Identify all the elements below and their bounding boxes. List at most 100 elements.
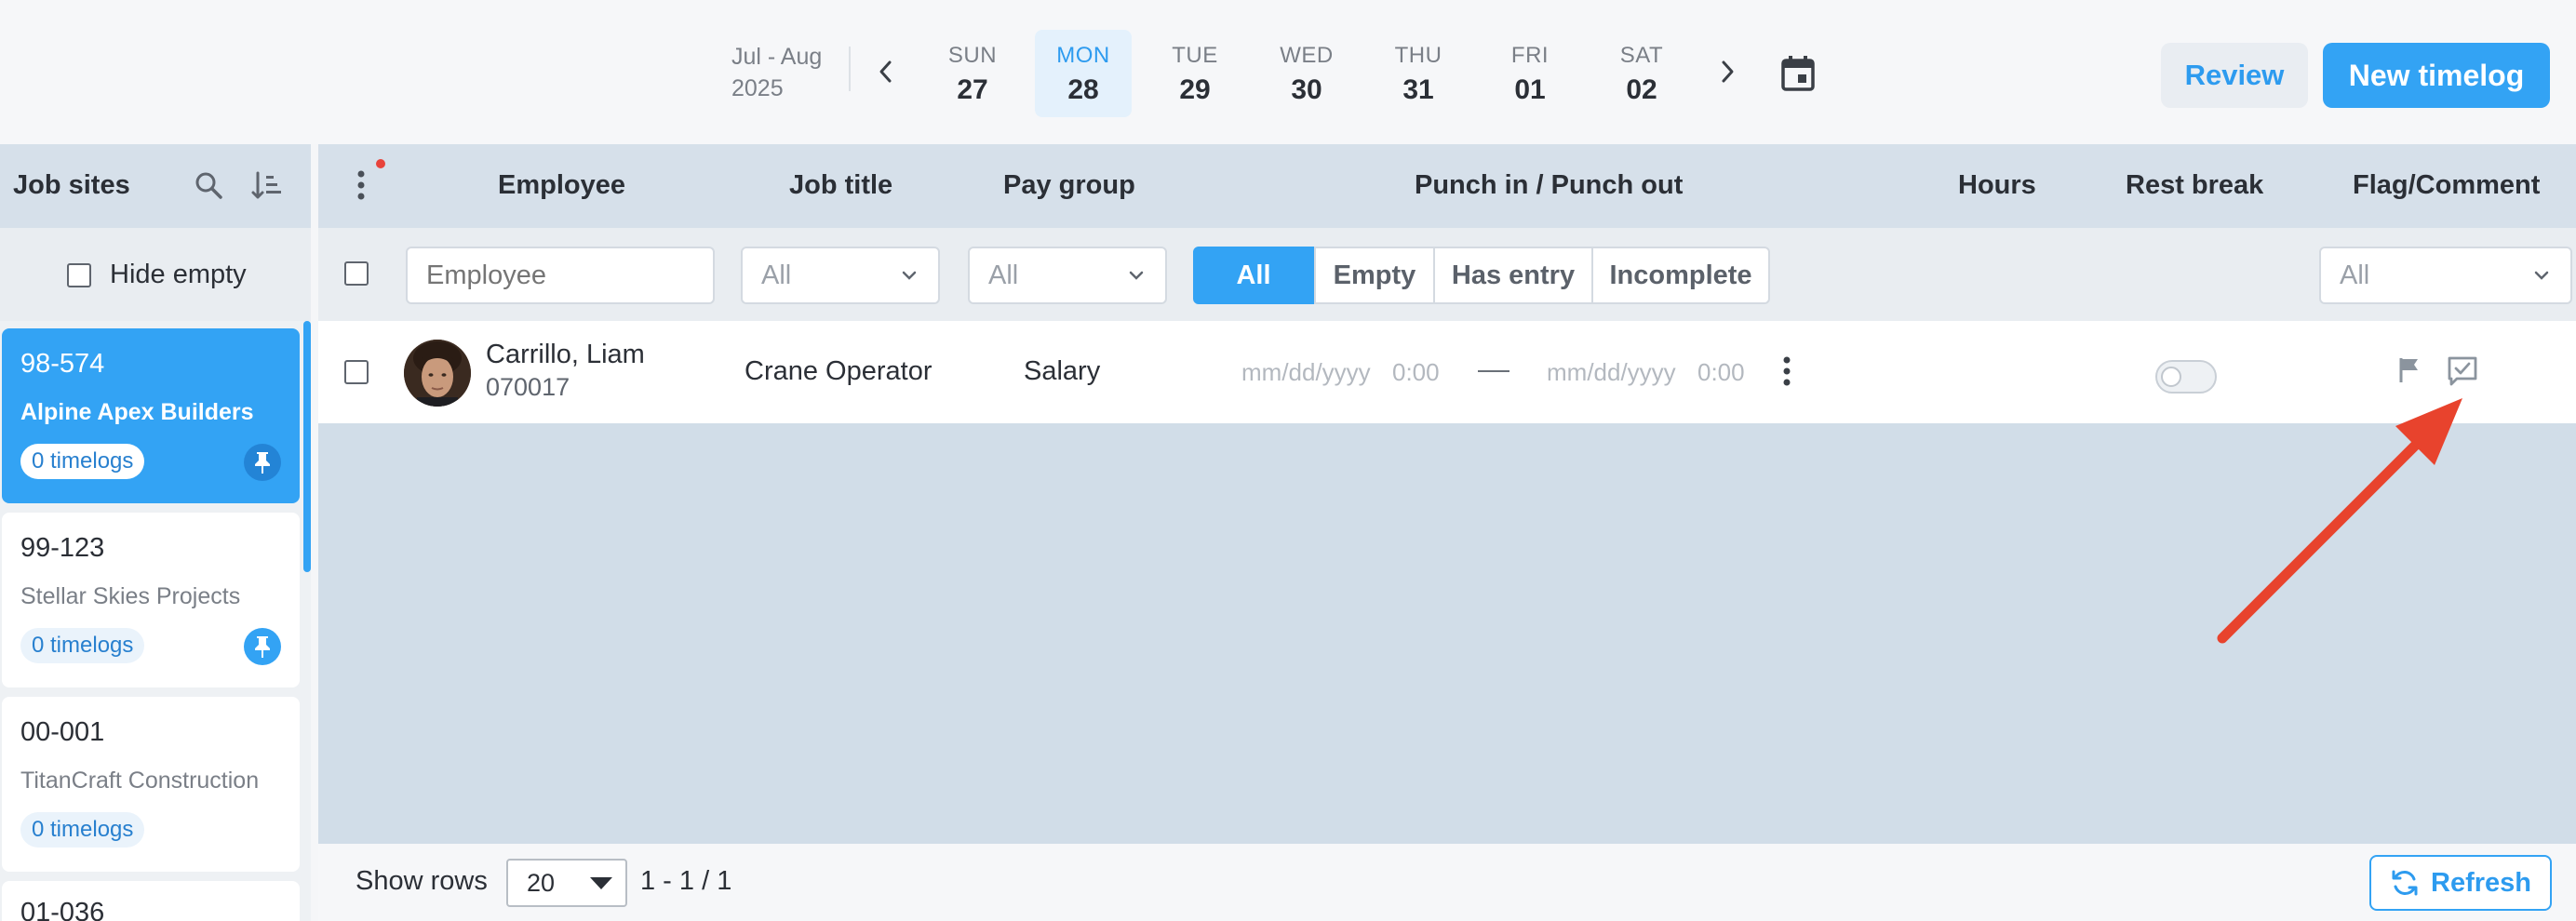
day-tue[interactable]: TUE 29 [1147,30,1243,117]
pin-button[interactable] [244,628,281,665]
job-site-card[interactable]: 98-574 Alpine Apex Builders 0 timelogs [2,328,300,503]
hide-empty-toggle[interactable]: Hide empty [0,228,311,321]
job-site-name: Alpine Apex Builders [20,399,254,425]
day-fri[interactable]: FRI 01 [1482,30,1578,117]
day-number: 29 [1179,74,1211,105]
column-employee[interactable]: Employee [498,170,625,201]
column-punch[interactable]: Punch in / Punch out [1415,170,1683,201]
refresh-label: Refresh [2431,867,2531,898]
segment-has-entry[interactable]: Has entry [1433,247,1593,304]
column-job-title[interactable]: Job title [789,170,892,201]
sidebar-scrollbar[interactable] [303,321,311,572]
refresh-button[interactable]: Refresh [2369,855,2552,911]
day-thu[interactable]: THU 31 [1370,30,1467,117]
job-site-card[interactable]: 99-123 Stellar Skies Projects 0 timelogs [2,513,300,687]
day-number: 02 [1626,74,1657,105]
sidebar-title: Job sites [13,170,130,200]
punch-out-time-input[interactable]: 0:00 [1697,358,1745,387]
search-icon [195,172,222,199]
job-site-card[interactable]: 00-001 TitanCraft Construction 0 timelog… [2,697,300,872]
avatar-image [404,340,471,407]
punch-in-time-input[interactable]: 0:00 [1392,358,1440,387]
flag-filter-select[interactable]: All [2319,247,2572,304]
day-mon[interactable]: MON 28 [1035,30,1132,117]
comment-check-icon [2448,356,2477,386]
pin-button[interactable] [244,444,281,481]
previous-week-button[interactable] [867,48,905,95]
calendar-picker-button[interactable] [1779,54,1817,93]
punch-separator [1478,370,1509,372]
rest-break-toggle[interactable] [2155,360,2217,394]
chevron-left-icon [879,60,892,83]
day-sun[interactable]: SUN 27 [924,30,1021,117]
day-wed[interactable]: WED 30 [1258,30,1355,117]
employee-filter-input[interactable] [406,247,715,304]
job-site-name: TitanCraft Construction [20,768,260,794]
date-range-year: 2025 [731,75,784,101]
hide-empty-checkbox[interactable] [67,263,91,287]
table-row[interactable]: Carrillo, Liam 070017 Crane Operator Sal… [318,321,2576,423]
column-hours[interactable]: Hours [1958,170,2036,201]
day-name: SUN [947,43,998,68]
day-number: 01 [1514,74,1546,105]
job-title-cell: Crane Operator [745,356,932,386]
next-week-button[interactable] [1709,48,1746,95]
search-job-sites-button[interactable] [192,168,225,202]
pin-icon [255,452,270,474]
job-site-card[interactable]: 01-036 [2,881,300,921]
row-options-button[interactable] [1778,351,1796,392]
employee-id: 070017 [486,373,570,401]
column-rest-break[interactable]: Rest break [2126,170,2263,201]
punch-out-date-input[interactable]: mm/dd/yyyy [1547,358,1676,387]
sidebar-header: Job sites [0,144,311,228]
kebab-icon [357,170,365,200]
day-name: SAT [1619,43,1664,68]
comment-button[interactable] [2444,353,2481,390]
toggle-knob [2161,367,2181,387]
divider [849,47,851,91]
grid-footer: Show rows 20 1 - 1 / 1 Refresh [318,844,2576,921]
avatar [404,340,471,407]
day-number: 30 [1291,74,1322,105]
row-checkbox[interactable] [344,360,369,384]
day-sat[interactable]: SAT 02 [1593,30,1690,117]
select-all-checkbox[interactable] [344,261,369,286]
timelog-grid: Employee Job title Pay group Punch in / … [318,144,2576,921]
job-title-filter-value: All [761,260,792,290]
segment-empty[interactable]: Empty [1314,247,1435,304]
day-number: 27 [957,74,988,105]
day-number: 28 [1067,74,1099,105]
new-timelog-button[interactable]: New timelog [2323,43,2550,108]
job-site-name: Stellar Skies Projects [20,583,241,609]
sort-job-sites-button[interactable] [249,168,283,202]
job-site-code: 99-123 [20,533,105,563]
chevron-right-icon [1722,60,1734,83]
date-range: Jul - Aug 2025 [731,41,843,104]
flag-filter-value: All [2340,260,2370,290]
show-rows-label: Show rows [356,866,488,896]
day-name: MON [1056,43,1110,68]
flag-button[interactable] [2394,353,2427,386]
job-site-code: 00-001 [20,717,105,747]
chevron-down-icon [1129,271,1144,280]
column-header-row: Employee Job title Pay group Punch in / … [318,144,2576,228]
rows-per-page-select[interactable]: 20 [506,859,627,907]
refresh-icon [2392,870,2418,896]
grid-options-button[interactable] [350,163,372,207]
chevron-down-icon [902,271,917,280]
column-flag-comment[interactable]: Flag/Comment [2353,170,2540,201]
pay-group-filter-value: All [988,260,1019,290]
column-pay-group[interactable]: Pay group [1003,170,1135,201]
segment-all[interactable]: All [1193,247,1314,304]
sort-icon [251,171,281,199]
review-button[interactable]: Review [2161,43,2308,108]
job-sites-sidebar: Job sites Hide empty 98-574 Alpine Apex … [0,144,311,921]
pay-group-filter-select[interactable]: All [968,247,1167,304]
segment-incomplete[interactable]: Incomplete [1591,247,1770,304]
timelog-count-badge: 0 timelogs [20,444,145,479]
week-navigator: Jul - Aug 2025 SUN 27 MON 28 TUE 29 WED … [0,0,2576,144]
punch-in-date-input[interactable]: mm/dd/yyyy [1241,358,1371,387]
date-range-months: Jul - Aug [731,44,823,70]
kebab-icon [1783,356,1791,386]
job-title-filter-select[interactable]: All [741,247,940,304]
